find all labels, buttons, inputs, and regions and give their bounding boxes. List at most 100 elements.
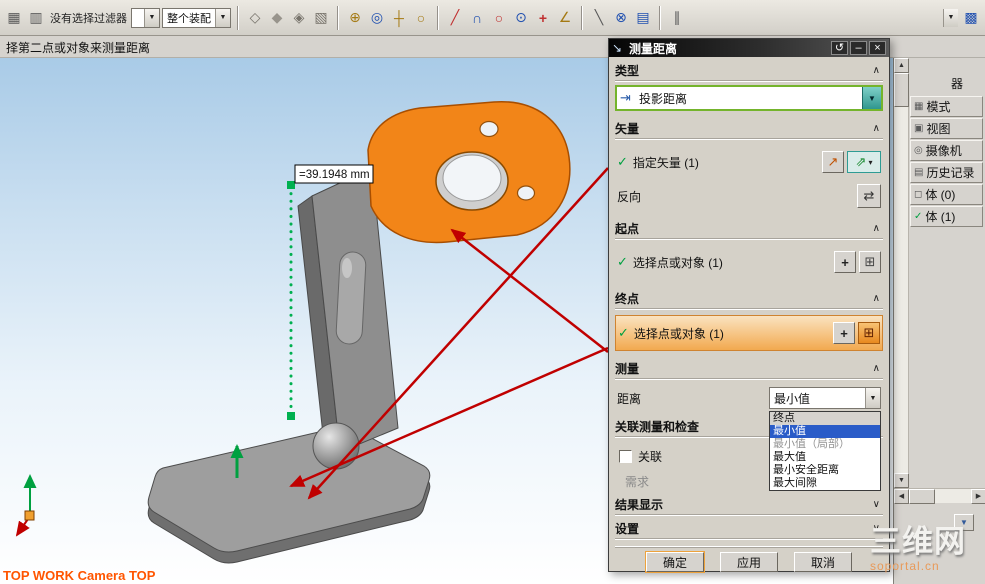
- measure-tool-icon[interactable]: ∥: [667, 8, 687, 28]
- section-label: 测量: [615, 362, 640, 376]
- dropdown-option[interactable]: 最大间隙: [770, 477, 880, 490]
- navigator-horizontal-scrollbar[interactable]: ◀ ▶: [894, 488, 985, 504]
- scroll-left-icon[interactable]: ◀: [894, 488, 909, 504]
- reverse-direction-label: 反向: [617, 189, 642, 204]
- chevron-down-icon[interactable]: ▼: [943, 8, 958, 27]
- base-plate-top[interactable]: [147, 426, 431, 553]
- navigator-row-mode[interactable]: ▦ 模式: [910, 96, 983, 117]
- view-orient-icon[interactable]: ◇: [245, 8, 265, 28]
- apply-button[interactable]: 应用: [720, 552, 778, 572]
- chevron-up-icon[interactable]: ∧: [873, 223, 883, 234]
- end-select-row[interactable]: ✓ 选择点或对象 (1) + ⊞: [615, 315, 883, 351]
- nx-application-window: ▦ ▥ 没有选择过滤器 ▼ 整个装配 ▼ ◇ ◆ ◈ ▧ ⊕ ◎ ┼ ○ ╱ ∩…: [0, 0, 985, 584]
- scroll-right-icon[interactable]: ▶: [971, 488, 985, 504]
- chevron-down-icon[interactable]: ∨: [873, 499, 883, 510]
- section-view-icon[interactable]: ▧: [311, 8, 331, 28]
- scrollbar-thumb[interactable]: [894, 73, 909, 107]
- dropdown-option-selected[interactable]: 最小值: [770, 425, 880, 438]
- cancel-button[interactable]: 取消: [794, 552, 852, 572]
- scrollbar-thumb[interactable]: [909, 488, 935, 504]
- shaded-view-icon[interactable]: ◆: [267, 8, 287, 28]
- nav-cube-icon[interactable]: ▩: [961, 8, 981, 28]
- dropdown-option-disabled[interactable]: 最小值（局部）: [770, 438, 880, 451]
- section-header-start[interactable]: 起点 ∧: [615, 219, 883, 239]
- chevron-down-icon[interactable]: ▼: [144, 8, 159, 27]
- arc-tool-icon[interactable]: ∩: [467, 8, 487, 28]
- row-label: 摄像机: [925, 144, 962, 158]
- snap-quadrant-icon[interactable]: ○: [411, 8, 431, 28]
- start-point-dialog-button[interactable]: ⊞: [859, 251, 881, 273]
- angle-tool-icon[interactable]: ∠: [555, 8, 575, 28]
- snap-center-icon[interactable]: ◎: [367, 8, 387, 28]
- section-header-settings[interactable]: 设置 ∨: [615, 519, 883, 539]
- section-header-results[interactable]: 结果显示 ∨: [615, 495, 883, 515]
- measure-type-combo[interactable]: ⇥ 投影距离 ▼: [615, 85, 883, 111]
- end-snap-point-button[interactable]: +: [833, 322, 855, 344]
- watermark: 三维网 soportal.cn: [870, 526, 966, 572]
- type-filter-combo[interactable]: ▼: [131, 7, 160, 28]
- scroll-down-icon[interactable]: ▼: [894, 473, 909, 488]
- snap-point-icon[interactable]: ⊕: [345, 8, 365, 28]
- wireframe-view-icon[interactable]: ◈: [289, 8, 309, 28]
- start-snap-point-button[interactable]: +: [834, 251, 856, 273]
- point-tool-icon[interactable]: ⊙: [511, 8, 531, 28]
- triad-origin-handle[interactable]: [24, 510, 35, 521]
- section-header-end[interactable]: 终点 ∧: [615, 289, 883, 309]
- ok-button[interactable]: 确定: [646, 552, 704, 572]
- dropdown-option[interactable]: 最小安全距离: [770, 464, 880, 477]
- scroll-up-icon[interactable]: ▲: [894, 58, 909, 73]
- chevron-down-icon[interactable]: ▼: [215, 8, 230, 27]
- large-hole[interactable]: [442, 154, 502, 202]
- dialog-titlebar[interactable]: ↘ 测量距离 ↺ – ×: [609, 39, 889, 57]
- end-point-dialog-button[interactable]: ⊞: [858, 322, 880, 344]
- chevron-down-icon[interactable]: ▼: [865, 388, 880, 408]
- chevron-up-icon[interactable]: ∧: [873, 123, 883, 134]
- distance-method-value: 最小值: [774, 391, 811, 406]
- circle-tool-icon[interactable]: ○: [489, 8, 509, 28]
- check-icon: ✓: [618, 325, 629, 340]
- navigator-row-history[interactable]: ▤ 历史记录: [910, 162, 983, 183]
- selection-scope-combo[interactable]: 整个装配 ▼: [162, 7, 231, 28]
- spherical-boss[interactable]: [312, 422, 360, 470]
- measurement-endpoint-top[interactable]: [287, 181, 295, 189]
- wcs-icon[interactable]: ⊗: [611, 8, 631, 28]
- line-tool-icon[interactable]: ╱: [445, 8, 465, 28]
- chevron-down-icon[interactable]: ▼: [862, 87, 881, 109]
- section-header-measure[interactable]: 测量 ∧: [615, 359, 883, 379]
- navigator-row-views[interactable]: ▣ 视图: [910, 118, 983, 139]
- wcs-triad[interactable]: [15, 474, 37, 537]
- navigator-row-body1[interactable]: ✓ 体 (1): [910, 206, 983, 227]
- plus-tool-icon[interactable]: +: [533, 8, 553, 28]
- chevron-up-icon[interactable]: ∧: [873, 293, 883, 304]
- dropdown-option[interactable]: 终点: [770, 412, 880, 425]
- snap-intersection-icon[interactable]: ┼: [389, 8, 409, 28]
- navigator-row-body0[interactable]: ◻ 体 (0): [910, 184, 983, 205]
- navigator-row-cameras[interactable]: ◎ 摄像机: [910, 140, 983, 161]
- associate-checkbox[interactable]: [619, 449, 632, 463]
- navigator-vertical-scrollbar[interactable]: ▲ ▼: [894, 58, 909, 488]
- dropdown-option[interactable]: 最大值: [770, 451, 880, 464]
- measurement-endpoint-bottom[interactable]: [287, 412, 295, 420]
- datum-plane-icon[interactable]: ▤: [633, 8, 653, 28]
- filter-list-icon[interactable]: ▥: [26, 8, 46, 28]
- reverse-direction-button[interactable]: ⇄: [857, 184, 881, 208]
- minimize-icon[interactable]: –: [850, 41, 867, 55]
- slash-tool-icon[interactable]: ╲: [589, 8, 609, 28]
- vector-list-button[interactable]: ⇗ ▾: [847, 151, 881, 173]
- vector-dialog-button[interactable]: ↗: [822, 151, 844, 173]
- small-hole-right[interactable]: [516, 185, 536, 201]
- chevron-up-icon[interactable]: ∧: [873, 65, 883, 76]
- section-label: 类型: [615, 64, 640, 78]
- prompt-text: 择第二点或对象来测量距离: [6, 40, 151, 55]
- snap-point-icon: +: [840, 325, 848, 341]
- check-icon: ✓: [617, 254, 628, 269]
- chevron-up-icon[interactable]: ∧: [873, 363, 883, 374]
- selection-grid-icon[interactable]: ▦: [4, 8, 24, 28]
- reset-icon[interactable]: ↺: [831, 41, 848, 55]
- dimension-label[interactable]: =39.1948 mm: [299, 169, 370, 181]
- section-header-vector[interactable]: 矢量 ∧: [615, 119, 883, 139]
- distance-method-combo[interactable]: 最小值 ▼: [769, 387, 881, 409]
- close-icon[interactable]: ×: [869, 41, 886, 55]
- small-hole-top[interactable]: [479, 120, 499, 138]
- section-header-type[interactable]: 类型 ∧: [615, 61, 883, 81]
